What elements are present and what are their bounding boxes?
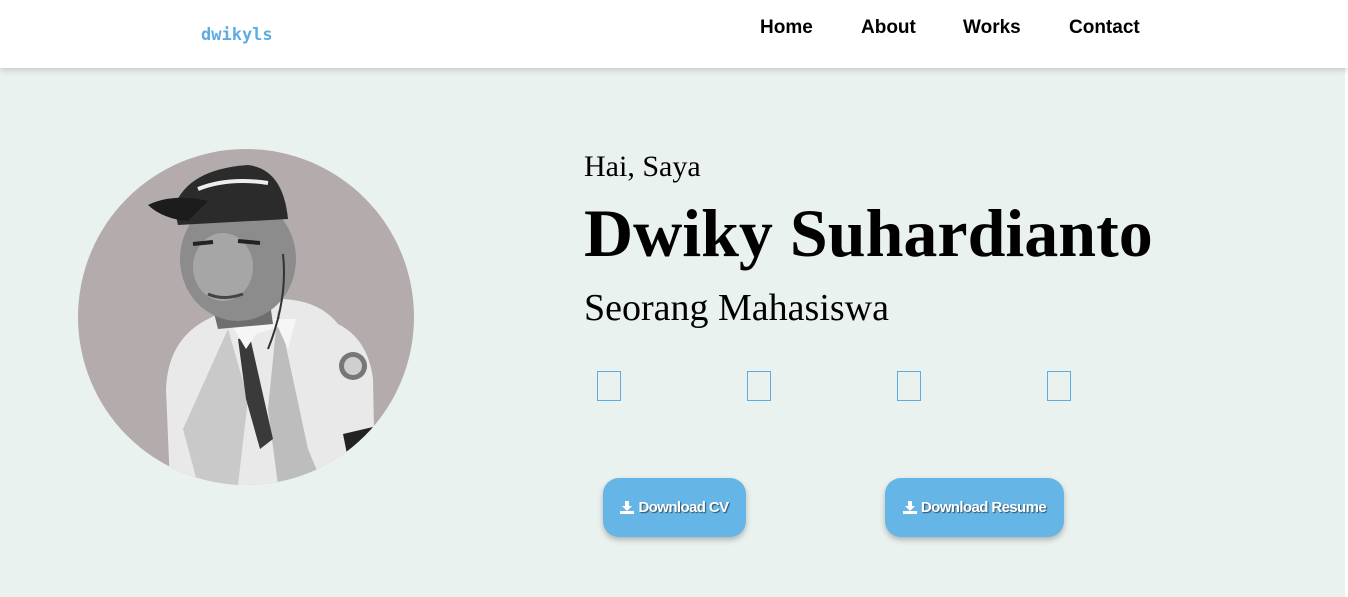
- nav-home[interactable]: Home: [760, 17, 813, 39]
- social-icon-1[interactable]: [597, 371, 621, 401]
- social-icon-4[interactable]: [1047, 371, 1071, 401]
- download-resume-label: Download Resume: [920, 499, 1047, 516]
- download-icon: [620, 501, 635, 514]
- download-resume-button[interactable]: Download Resume: [885, 478, 1064, 537]
- role-text: Seorang Mahasiswa: [584, 287, 889, 329]
- download-cv-label: Download CV: [638, 499, 729, 516]
- download-cv-button[interactable]: Download CV: [603, 478, 746, 537]
- nav-contact[interactable]: Contact: [1069, 17, 1140, 39]
- hero-name: Dwiky Suhardianto: [584, 195, 1153, 271]
- social-icon-3[interactable]: [897, 371, 921, 401]
- nav-about[interactable]: About: [861, 17, 916, 39]
- greeting-text: Hai, Saya: [584, 150, 701, 183]
- social-icon-2[interactable]: [747, 371, 771, 401]
- nav-works[interactable]: Works: [963, 17, 1021, 39]
- download-icon: [902, 501, 917, 514]
- navbar: dwikyls Home About Works Contact: [0, 0, 1348, 68]
- person-illustration: [148, 165, 374, 485]
- profile-photo: [78, 149, 414, 485]
- brand-logo[interactable]: dwikyls: [201, 25, 273, 45]
